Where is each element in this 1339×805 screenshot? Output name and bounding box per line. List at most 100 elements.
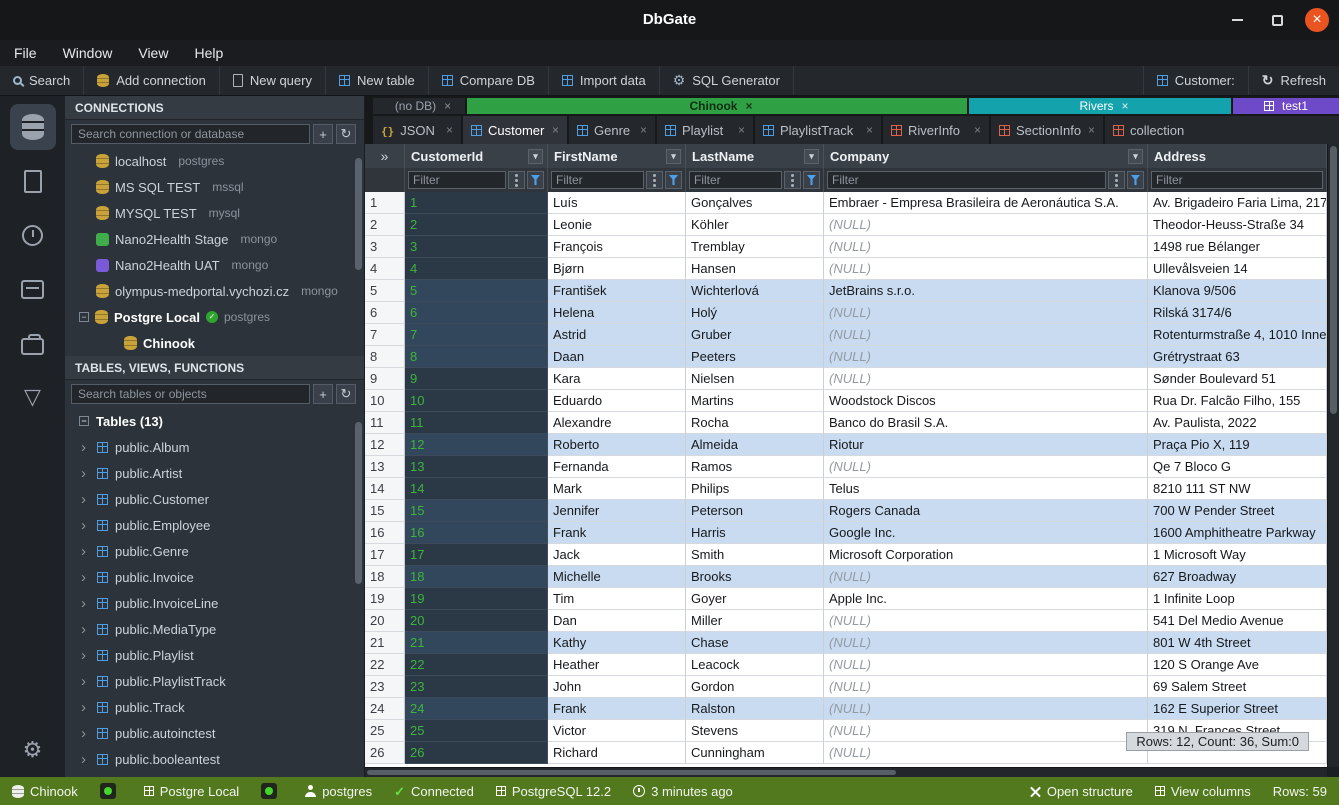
row-number-cell[interactable]: 1 bbox=[365, 192, 405, 214]
expander-icon[interactable] bbox=[79, 260, 90, 271]
tables-group-row[interactable]: Tables (13) bbox=[65, 408, 364, 434]
customerid-cell[interactable]: 1 bbox=[405, 192, 548, 214]
lastname-cell[interactable]: Cunningham bbox=[686, 742, 824, 764]
company-cell[interactable]: (NULL) bbox=[824, 566, 1148, 588]
table-row[interactable]: 9 9 Kara Nielsen (NULL) Sønder Boulevard… bbox=[365, 368, 1327, 390]
lastname-cell[interactable]: Holý bbox=[686, 302, 824, 324]
company-cell[interactable]: (NULL) bbox=[824, 258, 1148, 280]
expander-icon[interactable] bbox=[79, 286, 90, 297]
menu-item[interactable]: File bbox=[14, 45, 37, 61]
customerid-cell[interactable]: 3 bbox=[405, 236, 548, 258]
company-cell[interactable]: (NULL) bbox=[824, 236, 1148, 258]
address-cell[interactable]: Praça Pio X, 119 bbox=[1148, 434, 1327, 456]
status-item[interactable]: Postgre Local bbox=[144, 784, 240, 799]
document-tab[interactable]: Genre × bbox=[569, 116, 655, 144]
address-cell[interactable]: 1 Microsoft Way bbox=[1148, 544, 1327, 566]
expander-icon[interactable] bbox=[79, 234, 90, 245]
customerid-cell[interactable]: 24 bbox=[405, 698, 548, 720]
row-number-cell[interactable]: 7 bbox=[365, 324, 405, 346]
lastname-cell[interactable]: Hansen bbox=[686, 258, 824, 280]
lastname-cell[interactable]: Köhler bbox=[686, 214, 824, 236]
company-cell[interactable]: (NULL) bbox=[824, 456, 1148, 478]
firstname-cell[interactable]: Heather bbox=[548, 654, 686, 676]
table-row[interactable]: 4 4 Bjørn Hansen (NULL) Ullevålsveien 14 bbox=[365, 258, 1327, 280]
company-cell[interactable]: Apple Inc. bbox=[824, 588, 1148, 610]
minimize-button[interactable] bbox=[1225, 8, 1249, 32]
database-tab-group[interactable]: (no DB) × bbox=[373, 98, 465, 114]
customerid-cell[interactable]: 22 bbox=[405, 654, 548, 676]
chevron-right-icon[interactable] bbox=[81, 648, 90, 663]
customerid-cell[interactable]: 17 bbox=[405, 544, 548, 566]
customerid-cell[interactable]: 12 bbox=[405, 434, 548, 456]
address-cell[interactable]: Klanova 9/506 bbox=[1148, 280, 1327, 302]
row-number-cell[interactable]: 14 bbox=[365, 478, 405, 500]
row-number-cell[interactable]: 18 bbox=[365, 566, 405, 588]
vertical-scroll-thumb[interactable] bbox=[1330, 146, 1337, 414]
table-row[interactable]: 17 17 Jack Smith Microsoft Corporation 1… bbox=[365, 544, 1327, 566]
table-row[interactable]: 14 14 Mark Philips Telus 8210 111 ST NW bbox=[365, 478, 1327, 500]
close-icon[interactable]: × bbox=[738, 123, 745, 137]
grid-horizontal-scrollbar[interactable] bbox=[365, 767, 1327, 777]
firstname-cell[interactable]: Mark bbox=[548, 478, 686, 500]
customerid-cell[interactable]: 4 bbox=[405, 258, 548, 280]
row-number-cell[interactable]: 19 bbox=[365, 588, 405, 610]
table-row[interactable]: 21 21 Kathy Chase (NULL) 801 W 4th Stree… bbox=[365, 632, 1327, 654]
expander-icon[interactable] bbox=[107, 338, 118, 349]
row-number-cell[interactable]: 9 bbox=[365, 368, 405, 390]
toolbar-button[interactable]: New query bbox=[220, 66, 326, 95]
close-icon[interactable]: × bbox=[640, 123, 647, 137]
filter-input[interactable] bbox=[827, 171, 1106, 189]
row-number-cell[interactable]: 17 bbox=[365, 544, 405, 566]
customerid-cell[interactable]: 23 bbox=[405, 676, 548, 698]
company-cell[interactable]: (NULL) bbox=[824, 720, 1148, 742]
customerid-cell[interactable]: 25 bbox=[405, 720, 548, 742]
lastname-cell[interactable]: Tremblay bbox=[686, 236, 824, 258]
add-connection-button[interactable]: + bbox=[313, 124, 333, 144]
close-icon[interactable]: × bbox=[552, 123, 559, 137]
customerid-cell[interactable]: 5 bbox=[405, 280, 548, 302]
filter-funnel-button[interactable] bbox=[1127, 171, 1144, 189]
customerid-cell[interactable]: 14 bbox=[405, 478, 548, 500]
refresh-connections-button[interactable]: ↻ bbox=[336, 124, 356, 144]
document-tab[interactable]: Customer × bbox=[463, 116, 567, 144]
document-tab[interactable]: RiverInfo × bbox=[883, 116, 989, 144]
table-row[interactable]: 8 8 Daan Peeters (NULL) Grétrystraat 63 bbox=[365, 346, 1327, 368]
chevron-right-icon[interactable] bbox=[81, 492, 90, 507]
database-tab-group[interactable]: test1 bbox=[1233, 98, 1339, 114]
address-cell[interactable]: 162 E Superior Street bbox=[1148, 698, 1327, 720]
row-number-cell[interactable]: 26 bbox=[365, 742, 405, 764]
column-dropdown-button[interactable] bbox=[804, 149, 819, 164]
address-cell[interactable]: Av. Brigadeiro Faria Lima, 2170 bbox=[1148, 192, 1327, 214]
expander-icon[interactable] bbox=[79, 156, 90, 167]
connection-item[interactable]: MYSQL TEST mysql bbox=[65, 200, 364, 226]
address-cell[interactable]: 627 Broadway bbox=[1148, 566, 1327, 588]
address-cell[interactable]: Rilská 3174/6 bbox=[1148, 302, 1327, 324]
company-cell[interactable]: Woodstock Discos bbox=[824, 390, 1148, 412]
maximize-button[interactable] bbox=[1265, 8, 1289, 32]
row-number-cell[interactable]: 8 bbox=[365, 346, 405, 368]
table-tree-item[interactable]: public.Genre bbox=[65, 538, 364, 564]
lastname-cell[interactable]: Chase bbox=[686, 632, 824, 654]
close-icon[interactable]: × bbox=[974, 123, 981, 137]
table-tree-item[interactable]: public.booleantest bbox=[65, 746, 364, 772]
document-tab[interactable]: SectionInfo × bbox=[991, 116, 1103, 144]
company-cell[interactable]: JetBrains s.r.o. bbox=[824, 280, 1148, 302]
customerid-cell[interactable]: 13 bbox=[405, 456, 548, 478]
address-cell[interactable]: 69 Salem Street bbox=[1148, 676, 1327, 698]
toolbar-button[interactable]: Search bbox=[0, 66, 84, 95]
company-cell[interactable]: (NULL) bbox=[824, 698, 1148, 720]
sidebar-nav-button[interactable] bbox=[10, 158, 56, 204]
address-cell[interactable]: Rua Dr. Falcão Filho, 155 bbox=[1148, 390, 1327, 412]
row-number-cell[interactable]: 6 bbox=[365, 302, 405, 324]
status-item[interactable]: postgres bbox=[305, 784, 372, 799]
firstname-cell[interactable]: Bjørn bbox=[548, 258, 686, 280]
customerid-cell[interactable]: 18 bbox=[405, 566, 548, 588]
close-button[interactable] bbox=[1305, 8, 1329, 32]
column-header[interactable]: Address bbox=[1148, 144, 1327, 168]
status-item[interactable]: PostgreSQL 12.2 bbox=[496, 784, 611, 799]
chevron-right-icon[interactable] bbox=[81, 674, 90, 689]
lastname-cell[interactable]: Peterson bbox=[686, 500, 824, 522]
toolbar-button[interactable]: New table bbox=[326, 66, 429, 95]
company-cell[interactable]: (NULL) bbox=[824, 324, 1148, 346]
connections-search-input[interactable] bbox=[71, 124, 310, 144]
